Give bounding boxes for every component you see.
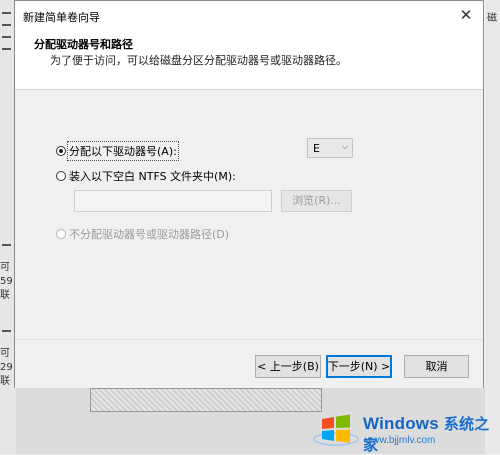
mount-folder-radio[interactable]	[56, 171, 66, 181]
tree-dash	[2, 330, 11, 332]
title-bar: 新建简单卷向导 ✕	[15, 1, 483, 31]
tree-dash	[2, 48, 11, 50]
tree-dash	[2, 36, 11, 38]
windows-logo-icon	[313, 414, 359, 446]
wizard-footer: < 上一步(B) 下一步(N) > 取消	[15, 339, 483, 388]
cancel-button[interactable]: 取消	[404, 355, 469, 378]
assign-letter-label[interactable]: 分配以下驱动器号(A):	[67, 141, 179, 161]
wizard-body: 分配以下驱动器号(A): E ⌵ 装入以下空白 NTFS 文件夹中(M): 浏览…	[15, 90, 483, 339]
page-subtitle: 为了便于访问，可以给磁盘分区分配驱动器号或驱动器路径。	[50, 54, 347, 67]
tree-dash	[2, 244, 11, 246]
page-title: 分配驱动器号和路径	[34, 38, 133, 51]
assign-letter-radio[interactable]	[56, 146, 66, 156]
back-button[interactable]: < 上一步(B)	[255, 355, 321, 378]
watermark-brand-en: Windows	[363, 414, 439, 433]
window-title: 新建简单卷向导	[23, 11, 100, 24]
disk-info-fragment: 可	[0, 262, 10, 273]
watermark-url: www.bjjmlv.com	[365, 435, 436, 446]
site-watermark: Windows 系统之家 www.bjjmlv.com	[309, 404, 500, 454]
new-simple-volume-wizard: 新建简单卷向导 ✕ 分配驱动器号和路径 为了便于访问，可以给磁盘分区分配驱动器号…	[14, 0, 484, 388]
browse-button[interactable]: 浏览(R)...	[281, 190, 352, 212]
disk-info-fragment: 59	[0, 276, 13, 287]
chevron-down-icon: ⌵	[341, 142, 348, 151]
tree-dash	[2, 12, 11, 14]
tree-dash	[2, 24, 11, 26]
drive-letter-value: E	[313, 142, 320, 155]
close-icon[interactable]: ✕	[455, 5, 477, 25]
wizard-header: 分配驱动器号和路径 为了便于访问，可以给磁盘分区分配驱动器号或驱动器路径。	[15, 31, 483, 90]
disk-info-fragment: 可	[0, 348, 10, 359]
unallocated-space-bar	[90, 388, 322, 412]
no-assign-radio[interactable]	[56, 229, 66, 239]
watermark-brand: Windows 系统之家	[363, 413, 500, 455]
assign-letter-option[interactable]: 分配以下驱动器号(A):	[56, 141, 179, 161]
no-assign-label[interactable]: 不分配驱动器号或驱动器路径(D)	[69, 226, 229, 242]
disk-info-fragment: 29	[0, 362, 13, 373]
mount-folder-label[interactable]: 装入以下空白 NTFS 文件夹中(M):	[69, 168, 236, 184]
disk-info-fragment: 联	[0, 290, 10, 301]
drive-letter-select[interactable]: E ⌵	[307, 138, 353, 158]
disk-info-fragment: 联	[0, 376, 10, 387]
folder-path-input[interactable]	[74, 190, 272, 212]
column-header-fragment: 磁	[487, 13, 497, 24]
mount-folder-option[interactable]: 装入以下空白 NTFS 文件夹中(M):	[56, 168, 236, 184]
no-assign-option[interactable]: 不分配驱动器号或驱动器路径(D)	[56, 226, 229, 242]
background-window-right: 磁	[485, 0, 500, 454]
next-button[interactable]: 下一步(N) >	[326, 355, 392, 378]
